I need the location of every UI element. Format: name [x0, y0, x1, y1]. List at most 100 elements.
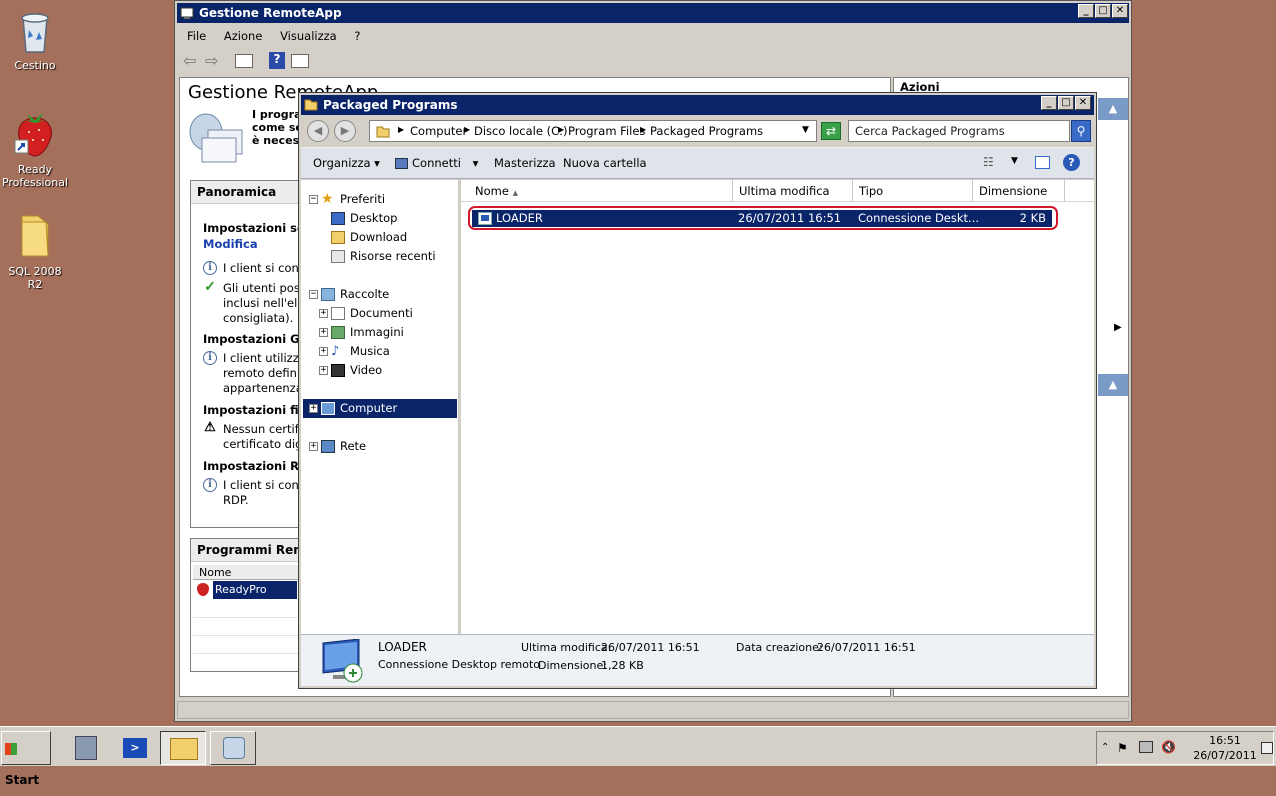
- details-file-type: Connessione Desktop remoto: [378, 658, 541, 671]
- strawberry-app-icon: [197, 583, 209, 596]
- organize-button[interactable]: Organizza ▾: [313, 156, 380, 170]
- program-name: ReadyPro: [213, 581, 297, 599]
- details-pane: LOADER Connessione Desktop remoto Ultima…: [301, 634, 1094, 686]
- info-icon: i: [203, 261, 217, 275]
- taskbar: Start > ⌃ ⚑ 🔇 16:51 26/07/2011: [0, 726, 1276, 787]
- address-bar[interactable]: ▶ Computer ▶ Disco locale (C:) ▶ Program…: [369, 120, 817, 142]
- column-size[interactable]: Dimensione: [973, 180, 1065, 202]
- column-name[interactable]: Nome ▲: [469, 180, 733, 202]
- connect-button[interactable]: Connetti ▾: [395, 156, 478, 170]
- nav-documents[interactable]: + Documenti: [319, 304, 413, 323]
- back-arrow-icon[interactable]: ⇦: [183, 51, 196, 70]
- nav-libraries[interactable]: − Raccolte: [309, 285, 389, 304]
- info-row: iI client si conn: [203, 261, 306, 276]
- view-options-icon[interactable]: ☷: [983, 155, 994, 169]
- navigation-pane: − ★ Preferiti Desktop Download Risorse rec…: [301, 180, 459, 634]
- taskbar-powershell[interactable]: >: [112, 731, 156, 765]
- taskbar-server-manager[interactable]: [64, 731, 108, 765]
- powershell-icon: >: [123, 738, 147, 758]
- file-list: Nome ▲ Ultima modifica Tipo Dimensione L…: [461, 180, 1094, 634]
- preview-pane-icon[interactable]: [1035, 156, 1050, 169]
- nav-images[interactable]: + Immagini: [319, 323, 404, 342]
- nav-download[interactable]: Download: [331, 228, 407, 247]
- action-center-icon[interactable]: [1261, 742, 1273, 754]
- images-icon: [331, 326, 345, 339]
- folder-icon: [376, 124, 390, 141]
- breadcrumb-item[interactable]: Computer: [410, 124, 467, 138]
- search-input[interactable]: Cerca Packaged Programs: [848, 120, 1070, 142]
- column-type[interactable]: Tipo: [853, 180, 973, 202]
- nav-recent[interactable]: Risorse recenti: [331, 247, 436, 266]
- maximize-button[interactable]: □: [1095, 4, 1111, 18]
- warning-icon: ⚠: [204, 420, 216, 435]
- refresh-icon[interactable]: ⇄: [821, 122, 841, 140]
- nav-music[interactable]: + ♪ Musica: [319, 342, 390, 361]
- desktop-icon-recycle-bin[interactable]: Cestino: [0, 8, 70, 72]
- collapse-up-icon[interactable]: ▲: [1098, 374, 1128, 396]
- taskbar-remoteapp[interactable]: [210, 731, 256, 765]
- menu-action[interactable]: Azione: [224, 29, 263, 43]
- menu-help[interactable]: ?: [354, 29, 360, 43]
- nav-computer[interactable]: + Computer: [303, 399, 457, 418]
- table-row[interactable]: LOADER 26/07/2011 16:51 Connessione Desk…: [472, 210, 1052, 227]
- system-tray: ⌃ ⚑ 🔇 16:51 26/07/2011: [1096, 731, 1274, 765]
- new-folder-button[interactable]: Nuova cartella: [563, 156, 647, 170]
- nav-desktop[interactable]: Desktop: [331, 209, 397, 228]
- search-icon[interactable]: ⚲: [1071, 120, 1091, 142]
- column-modified[interactable]: Ultima modifica: [733, 180, 853, 202]
- clock-time[interactable]: 16:51: [1195, 734, 1255, 747]
- toolbar: ⇦ ⇨ ?: [183, 51, 323, 71]
- close-button[interactable]: ✕: [1112, 4, 1128, 18]
- network-tray-icon[interactable]: [1139, 741, 1153, 753]
- computer-icon: [321, 402, 335, 415]
- back-button[interactable]: ◀: [307, 120, 329, 142]
- strawberry-app-icon: [0, 108, 70, 161]
- modify-link[interactable]: Modifica: [203, 237, 258, 251]
- desktop-icon-sql-folder[interactable]: SQL 2008 R2: [0, 212, 70, 291]
- nav-favorites[interactable]: − ★ Preferiti: [309, 190, 385, 209]
- nav-network[interactable]: + Rete: [309, 437, 366, 456]
- info-icon: i: [203, 351, 217, 365]
- submenu-arrow-icon[interactable]: ▶: [1114, 322, 1122, 333]
- help-icon[interactable]: ?: [1063, 154, 1080, 171]
- show-hidden-icons-icon[interactable]: ⌃: [1101, 742, 1109, 753]
- show-hide-tree-icon[interactable]: [235, 54, 253, 68]
- breadcrumb-item[interactable]: Packaged Programs: [650, 124, 763, 138]
- breadcrumb-item[interactable]: Program Files: [568, 124, 645, 138]
- breadcrumb-item[interactable]: Disco locale (C:): [474, 124, 567, 138]
- help-icon[interactable]: ?: [269, 52, 285, 69]
- info-row: iI client utilizze remoto defini appartene…: [203, 351, 306, 396]
- details-size-value: 1,28 KB: [601, 659, 644, 672]
- star-icon: ★: [321, 191, 334, 207]
- close-button[interactable]: ✕: [1075, 96, 1091, 110]
- maximize-button[interactable]: □: [1058, 96, 1074, 110]
- menu-view[interactable]: Visualizza: [280, 29, 337, 43]
- folder-icon: [170, 738, 198, 760]
- burn-button[interactable]: Masterizza: [494, 156, 556, 170]
- status-bar: [177, 701, 1129, 719]
- taskbar-explorer[interactable]: [160, 731, 206, 765]
- action-pane-icon[interactable]: [291, 54, 309, 68]
- nav-video[interactable]: + Video: [319, 361, 382, 380]
- minimize-button[interactable]: _: [1041, 96, 1057, 110]
- menu-bar: File Azione Visualizza ?: [187, 29, 374, 43]
- video-icon: [331, 364, 345, 377]
- chevron-down-icon[interactable]: ▼: [802, 125, 809, 135]
- details-created-label: Data creazione:: [736, 641, 823, 654]
- menu-file[interactable]: File: [187, 29, 206, 43]
- clock-date[interactable]: 26/07/2011: [1193, 749, 1257, 762]
- chevron-down-icon[interactable]: ▼: [1011, 156, 1018, 166]
- flag-icon[interactable]: ⚑: [1117, 741, 1128, 755]
- collapse-up-icon[interactable]: ▲: [1098, 98, 1128, 120]
- minimize-button[interactable]: _: [1078, 4, 1094, 18]
- forward-arrow-icon[interactable]: ⇨: [205, 51, 218, 70]
- volume-muted-icon[interactable]: 🔇: [1161, 740, 1176, 754]
- forward-button[interactable]: ▶: [334, 120, 356, 142]
- download-folder-icon: [331, 231, 345, 244]
- desktop-icon-ready-professional[interactable]: Ready Professional: [0, 108, 70, 189]
- remote-desktop-large-icon: [319, 638, 367, 688]
- start-button[interactable]: Start: [1, 731, 51, 787]
- sort-ascending-icon: ▲: [512, 189, 518, 197]
- gateway-heading: Impostazioni Gat: [203, 332, 313, 346]
- explorer-window: Packaged Programs _ □ ✕ ◀ ▶ ▶ Computer ▶…: [298, 92, 1097, 689]
